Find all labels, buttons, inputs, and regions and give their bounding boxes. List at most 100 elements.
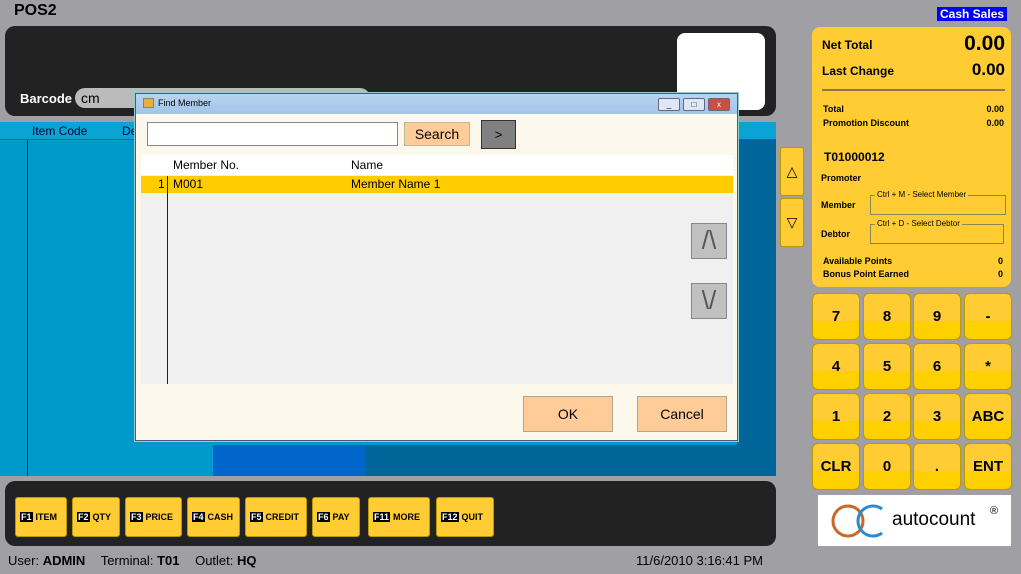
fkey-label: QTY — [92, 512, 112, 522]
find-member-dialog: Find Member _ □ x Search > Member No. Na… — [135, 93, 738, 441]
fkey-code: F6 — [317, 512, 330, 522]
member-label: Member — [821, 200, 856, 210]
scroll-down-button[interactable]: \/ — [691, 283, 727, 319]
key-7[interactable]: 7 — [812, 293, 860, 340]
key-ENT[interactable]: ENT — [964, 443, 1012, 490]
search-input[interactable] — [147, 122, 398, 146]
key-6[interactable]: 6 — [913, 343, 961, 390]
terminal-value: T01 — [157, 553, 180, 568]
key-*[interactable]: * — [964, 343, 1012, 390]
debtor-field[interactable]: Ctrl + D - Select Debtor — [870, 219, 1004, 244]
column-item-code[interactable]: Item Code — [32, 124, 87, 138]
minimize-icon[interactable]: _ — [658, 98, 680, 111]
dialog-titlebar[interactable] — [136, 94, 737, 114]
close-icon[interactable]: x — [708, 98, 730, 111]
fkey-code: F12 — [441, 512, 459, 522]
fkey-cash-button[interactable]: F4 CASH — [187, 497, 240, 537]
fkey-code: F4 — [192, 512, 205, 522]
fkey-credit-button[interactable]: F5 CREDIT — [245, 497, 307, 537]
scroll-up-button[interactable]: /\ — [691, 223, 727, 259]
mode-badge: Cash Sales — [937, 7, 1008, 21]
column-member-no[interactable]: Member No. — [173, 158, 239, 172]
row-header-divider — [167, 176, 168, 384]
scroll-down-arrow-icon[interactable]: ▽ — [780, 198, 804, 247]
member-field[interactable]: Ctrl + M - Select Member — [870, 190, 1006, 215]
app-icon — [143, 98, 154, 108]
debtor-hint: Ctrl + D - Select Debtor — [875, 219, 962, 228]
net-total-label: Net Total — [822, 38, 873, 52]
fkey-item-button[interactable]: F1 ITEM — [15, 497, 67, 537]
terminal-label: Terminal: — [100, 553, 154, 568]
fkey-qty-button[interactable]: F2 QTY — [72, 497, 120, 537]
next-button[interactable]: > — [481, 120, 516, 149]
logo-text: autocount — [892, 509, 976, 530]
row-index: 1 — [158, 177, 165, 191]
key--[interactable]: - — [964, 293, 1012, 340]
fkey-code: F1 — [20, 512, 33, 522]
datetime: 11/6/2010 3:16:41 PM — [636, 553, 763, 568]
outlet-label: Outlet: — [195, 553, 234, 568]
fkey-pay-button[interactable]: F6 PAY — [312, 497, 360, 537]
status-bar: User: ADMIN Terminal: T01 Outlet: HQ — [8, 553, 269, 568]
promo-label: Promotion Discount — [823, 118, 909, 128]
fkey-label: ITEM — [35, 512, 58, 522]
key-ABC[interactable]: ABC — [964, 393, 1012, 440]
member-hint: Ctrl + M - Select Member — [875, 190, 969, 199]
key-4[interactable]: 4 — [812, 343, 860, 390]
key-9[interactable]: 9 — [913, 293, 961, 340]
doc-number: T01000012 — [824, 150, 885, 164]
fkey-label: QUIT — [461, 512, 484, 522]
autocount-logo: autocount ® — [818, 495, 1011, 546]
key-8[interactable]: 8 — [863, 293, 911, 340]
key-CLR[interactable]: CLR — [812, 443, 860, 490]
points-label: Available Points — [823, 256, 893, 266]
points-value: 0 — [997, 256, 1003, 266]
list-header: Member No. Name — [141, 155, 733, 175]
name-cell: Member Name 1 — [351, 177, 441, 191]
promoter-label: Promoter — [821, 173, 862, 183]
fkey-label: CREDIT — [265, 512, 300, 522]
barcode-label: Barcode — [20, 91, 73, 106]
fkey-price-button[interactable]: F3 PRICE — [125, 497, 182, 537]
cancel-button[interactable]: Cancel — [637, 396, 727, 432]
last-change-label: Last Change — [822, 64, 895, 78]
ok-button[interactable]: OK — [523, 396, 613, 432]
app-title: POS2 — [14, 2, 57, 19]
dialog-title: Find Member — [158, 98, 212, 108]
fkey-code: F2 — [77, 512, 90, 522]
table-row[interactable]: 1 M001 Member Name 1 — [141, 176, 733, 193]
fkey-more-button[interactable]: F11 MORE — [368, 497, 430, 537]
member-list[interactable]: Member No. Name 1 M001 Member Name 1 — [141, 155, 733, 384]
grid-region — [365, 445, 776, 476]
fkey-code: F3 — [130, 512, 143, 522]
fkey-quit-button[interactable]: F12 QUIT — [436, 497, 494, 537]
total-label: Total — [823, 104, 844, 114]
maximize-icon[interactable]: □ — [683, 98, 705, 111]
fkey-label: PAY — [332, 512, 350, 522]
key-1[interactable]: 1 — [812, 393, 860, 440]
fkey-label: MORE — [393, 512, 421, 522]
user-value: ADMIN — [42, 553, 86, 568]
total-value: 0.00 — [986, 104, 1004, 114]
user-label: User: — [8, 553, 40, 568]
key-0[interactable]: 0 — [863, 443, 911, 490]
net-total-value: 0.00 — [964, 32, 1005, 55]
logo-mark: ® — [990, 505, 999, 517]
debtor-label: Debtor — [821, 229, 850, 239]
fkey-code: F5 — [250, 512, 263, 522]
fkey-code: F11 — [373, 512, 391, 522]
key-2[interactable]: 2 — [863, 393, 911, 440]
key-5[interactable]: 5 — [863, 343, 911, 390]
bonus-label: Bonus Point Earned — [823, 269, 910, 279]
key-.[interactable]: . — [913, 443, 961, 490]
promo-value: 0.00 — [986, 118, 1004, 128]
fkey-label: CASH — [207, 512, 234, 522]
column-name[interactable]: Name — [351, 158, 383, 172]
divider — [822, 89, 1005, 91]
search-button[interactable]: Search — [404, 122, 470, 146]
grid-region — [213, 445, 365, 476]
key-3[interactable]: 3 — [913, 393, 961, 440]
scroll-up-arrow-icon[interactable]: △ — [780, 147, 804, 196]
fkey-label: PRICE — [145, 512, 174, 522]
member-no-cell: M001 — [173, 177, 204, 191]
